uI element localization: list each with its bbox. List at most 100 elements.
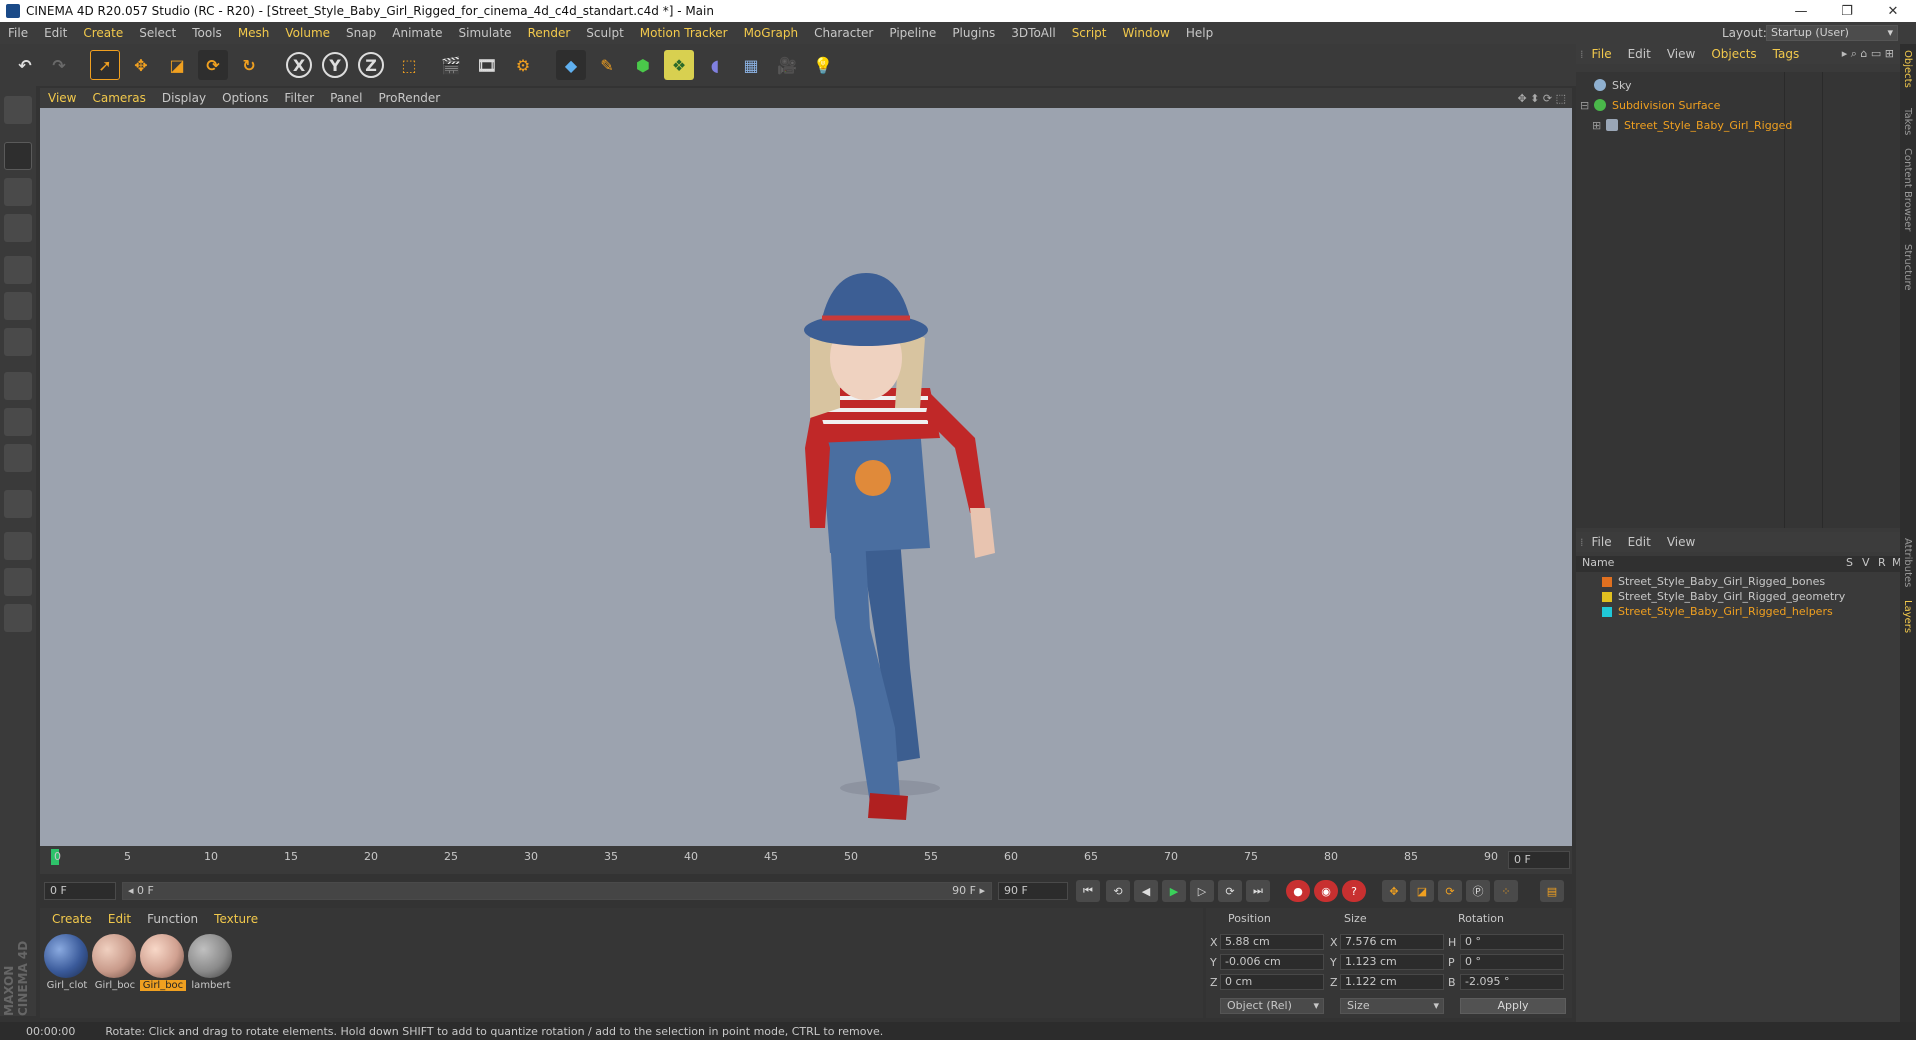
menu-sculpt[interactable]: Sculpt (578, 26, 631, 40)
frame-range-slider[interactable]: ◂ 0 F 90 F ▸ (122, 882, 992, 900)
key-scale-button[interactable]: ◪ (1410, 880, 1434, 902)
material-menu-texture[interactable]: Texture (206, 912, 266, 926)
menu-motion-tracker[interactable]: Motion Tracker (632, 26, 736, 40)
subdivision-button[interactable]: ⬢ (628, 50, 658, 80)
recent-tool-button[interactable]: ↻ (234, 50, 264, 80)
apply-button[interactable]: Apply (1460, 998, 1566, 1014)
render-settings-button[interactable]: ⚙ (508, 50, 538, 80)
material-swatch[interactable]: Girl_boc (92, 934, 138, 994)
menu-pipeline[interactable]: Pipeline (881, 26, 944, 40)
om-menu-tags[interactable]: Tags (1765, 47, 1808, 61)
pen-spline-button[interactable]: ✎ (592, 50, 622, 80)
menu-mesh[interactable]: Mesh (230, 26, 278, 40)
move-tool-button[interactable]: ✥ (126, 50, 156, 80)
current-frame-field[interactable]: 0 F (1508, 851, 1570, 869)
floor-button[interactable]: ▦ (736, 50, 766, 80)
size-z-field[interactable]: 1.122 cm (1340, 974, 1444, 990)
menu-edit[interactable]: Edit (36, 26, 75, 40)
om-menu-view[interactable]: View (1659, 47, 1703, 61)
lm-menu-edit[interactable]: Edit (1620, 535, 1659, 549)
start-frame-field[interactable]: 0 F (44, 882, 116, 900)
edges-mode-button[interactable] (4, 292, 32, 320)
object-row[interactable]: Sky (1576, 76, 1900, 94)
menu-volume[interactable]: Volume (277, 26, 338, 40)
keyframe-selection-button[interactable]: ? (1342, 880, 1366, 902)
menu-plugins[interactable]: Plugins (944, 26, 1003, 40)
material-swatch[interactable]: Girl_clot (44, 934, 90, 994)
x-axis-button[interactable]: X (286, 52, 312, 78)
viewport-menu-cameras[interactable]: Cameras (84, 91, 153, 105)
menu-window[interactable]: Window (1115, 26, 1178, 40)
snap-button[interactable] (4, 444, 32, 472)
tab-layers[interactable]: Layers (1902, 600, 1913, 633)
render-view-button[interactable]: 🎬 (436, 50, 466, 80)
viewport-menu-view[interactable]: View (40, 91, 84, 105)
size-mode-dropdown[interactable]: Size ▾ (1340, 998, 1444, 1014)
material-swatch[interactable]: lambert (188, 934, 234, 994)
python-button[interactable] (4, 604, 32, 632)
tab-structure[interactable]: Structure (1902, 244, 1913, 291)
object-row[interactable]: ⊞ Street_Style_Baby_Girl_Rigged (1576, 116, 1900, 134)
render-picture-viewer-button[interactable]: 🎞 (472, 50, 502, 80)
locked-workplane-button[interactable] (4, 532, 32, 560)
deformer-button[interactable]: ◖ (700, 50, 730, 80)
record-button[interactable]: ● (1286, 880, 1310, 902)
layer-row[interactable]: Street_Style_Baby_Girl_Rigged_bones (1576, 574, 1900, 589)
rotation-p-field[interactable]: 0 ° (1460, 954, 1564, 970)
material-menu-function[interactable]: Function (139, 912, 206, 926)
material-menu-create[interactable]: Create (44, 912, 100, 926)
prev-key-button[interactable]: ⟲ (1106, 880, 1130, 902)
layer-row[interactable]: Street_Style_Baby_Girl_Rigged_geometry (1576, 589, 1900, 604)
viewport-menu-filter[interactable]: Filter (276, 91, 322, 105)
minimize-button[interactable]: — (1778, 0, 1824, 22)
key-parameter-button[interactable]: Ⓟ (1466, 880, 1490, 902)
mograph-cloner-button[interactable]: ❖ (664, 50, 694, 80)
menu-character[interactable]: Character (806, 26, 881, 40)
expand-icon[interactable]: ⊞ (1592, 119, 1606, 132)
rotation-b-field[interactable]: -2.095 ° (1460, 974, 1564, 990)
menu-animate[interactable]: Animate (384, 26, 450, 40)
material-swatch-selected[interactable]: Girl_boc (140, 934, 186, 994)
key-pla-button[interactable]: ⁘ (1494, 880, 1518, 902)
timeline-ruler[interactable]: 0 5 10 15 20 25 30 35 40 45 50 55 60 65 … (40, 846, 1572, 874)
rotate-tool-button[interactable]: ⟳ (198, 50, 228, 80)
camera-button[interactable]: 🎥 (772, 50, 802, 80)
axis-mode-button[interactable] (4, 372, 32, 400)
tab-content-browser[interactable]: Content Browser (1902, 148, 1913, 231)
viewport-menu-prorender[interactable]: ProRender (370, 91, 448, 105)
make-editable-button[interactable] (4, 96, 32, 124)
auto-key-button[interactable]: ◉ (1314, 880, 1338, 902)
object-row[interactable]: ⊟ Subdivision Surface (1576, 96, 1900, 114)
menu-mograph[interactable]: MoGraph (736, 26, 807, 40)
tab-attributes[interactable]: Attributes (1902, 538, 1913, 587)
menu-tools[interactable]: Tools (184, 26, 230, 40)
menu-help[interactable]: Help (1178, 26, 1221, 40)
om-menu-objects[interactable]: Objects (1703, 47, 1764, 61)
maximize-button[interactable]: ❐ (1824, 0, 1870, 22)
size-y-field[interactable]: 1.123 cm (1340, 954, 1444, 970)
menu-3dtoall[interactable]: 3DToAll (1003, 26, 1063, 40)
layer-row[interactable]: Street_Style_Baby_Girl_Rigged_helpers (1576, 604, 1900, 619)
layout-select[interactable]: Startup (User) ▾ (1766, 25, 1898, 41)
rotation-h-field[interactable]: 0 ° (1460, 934, 1564, 950)
position-y-field[interactable]: -0.006 cm (1220, 954, 1324, 970)
redo-button[interactable]: ↷ (44, 50, 74, 80)
z-axis-button[interactable]: Z (358, 52, 384, 78)
select-tool-button[interactable]: ➚ (90, 50, 120, 80)
next-frame-button[interactable]: ▷ (1190, 880, 1214, 902)
points-mode-button[interactable] (4, 256, 32, 284)
model-mode-button[interactable] (4, 142, 32, 170)
menu-script[interactable]: Script (1064, 26, 1115, 40)
tab-takes[interactable]: Takes (1902, 108, 1913, 135)
polygons-mode-button[interactable] (4, 328, 32, 356)
light-button[interactable]: 💡 (808, 50, 838, 80)
menu-create[interactable]: Create (75, 26, 131, 40)
tab-objects[interactable]: Objects (1902, 50, 1913, 88)
goto-start-button[interactable]: ⏮ (1076, 880, 1100, 902)
viewport-menu-options[interactable]: Options (214, 91, 276, 105)
menu-snap[interactable]: Snap (338, 26, 384, 40)
tweak-mode-button[interactable] (4, 408, 32, 436)
coordinate-system-button[interactable]: ⬚ (394, 50, 424, 80)
om-menu-edit[interactable]: Edit (1620, 47, 1659, 61)
menu-simulate[interactable]: Simulate (451, 26, 520, 40)
